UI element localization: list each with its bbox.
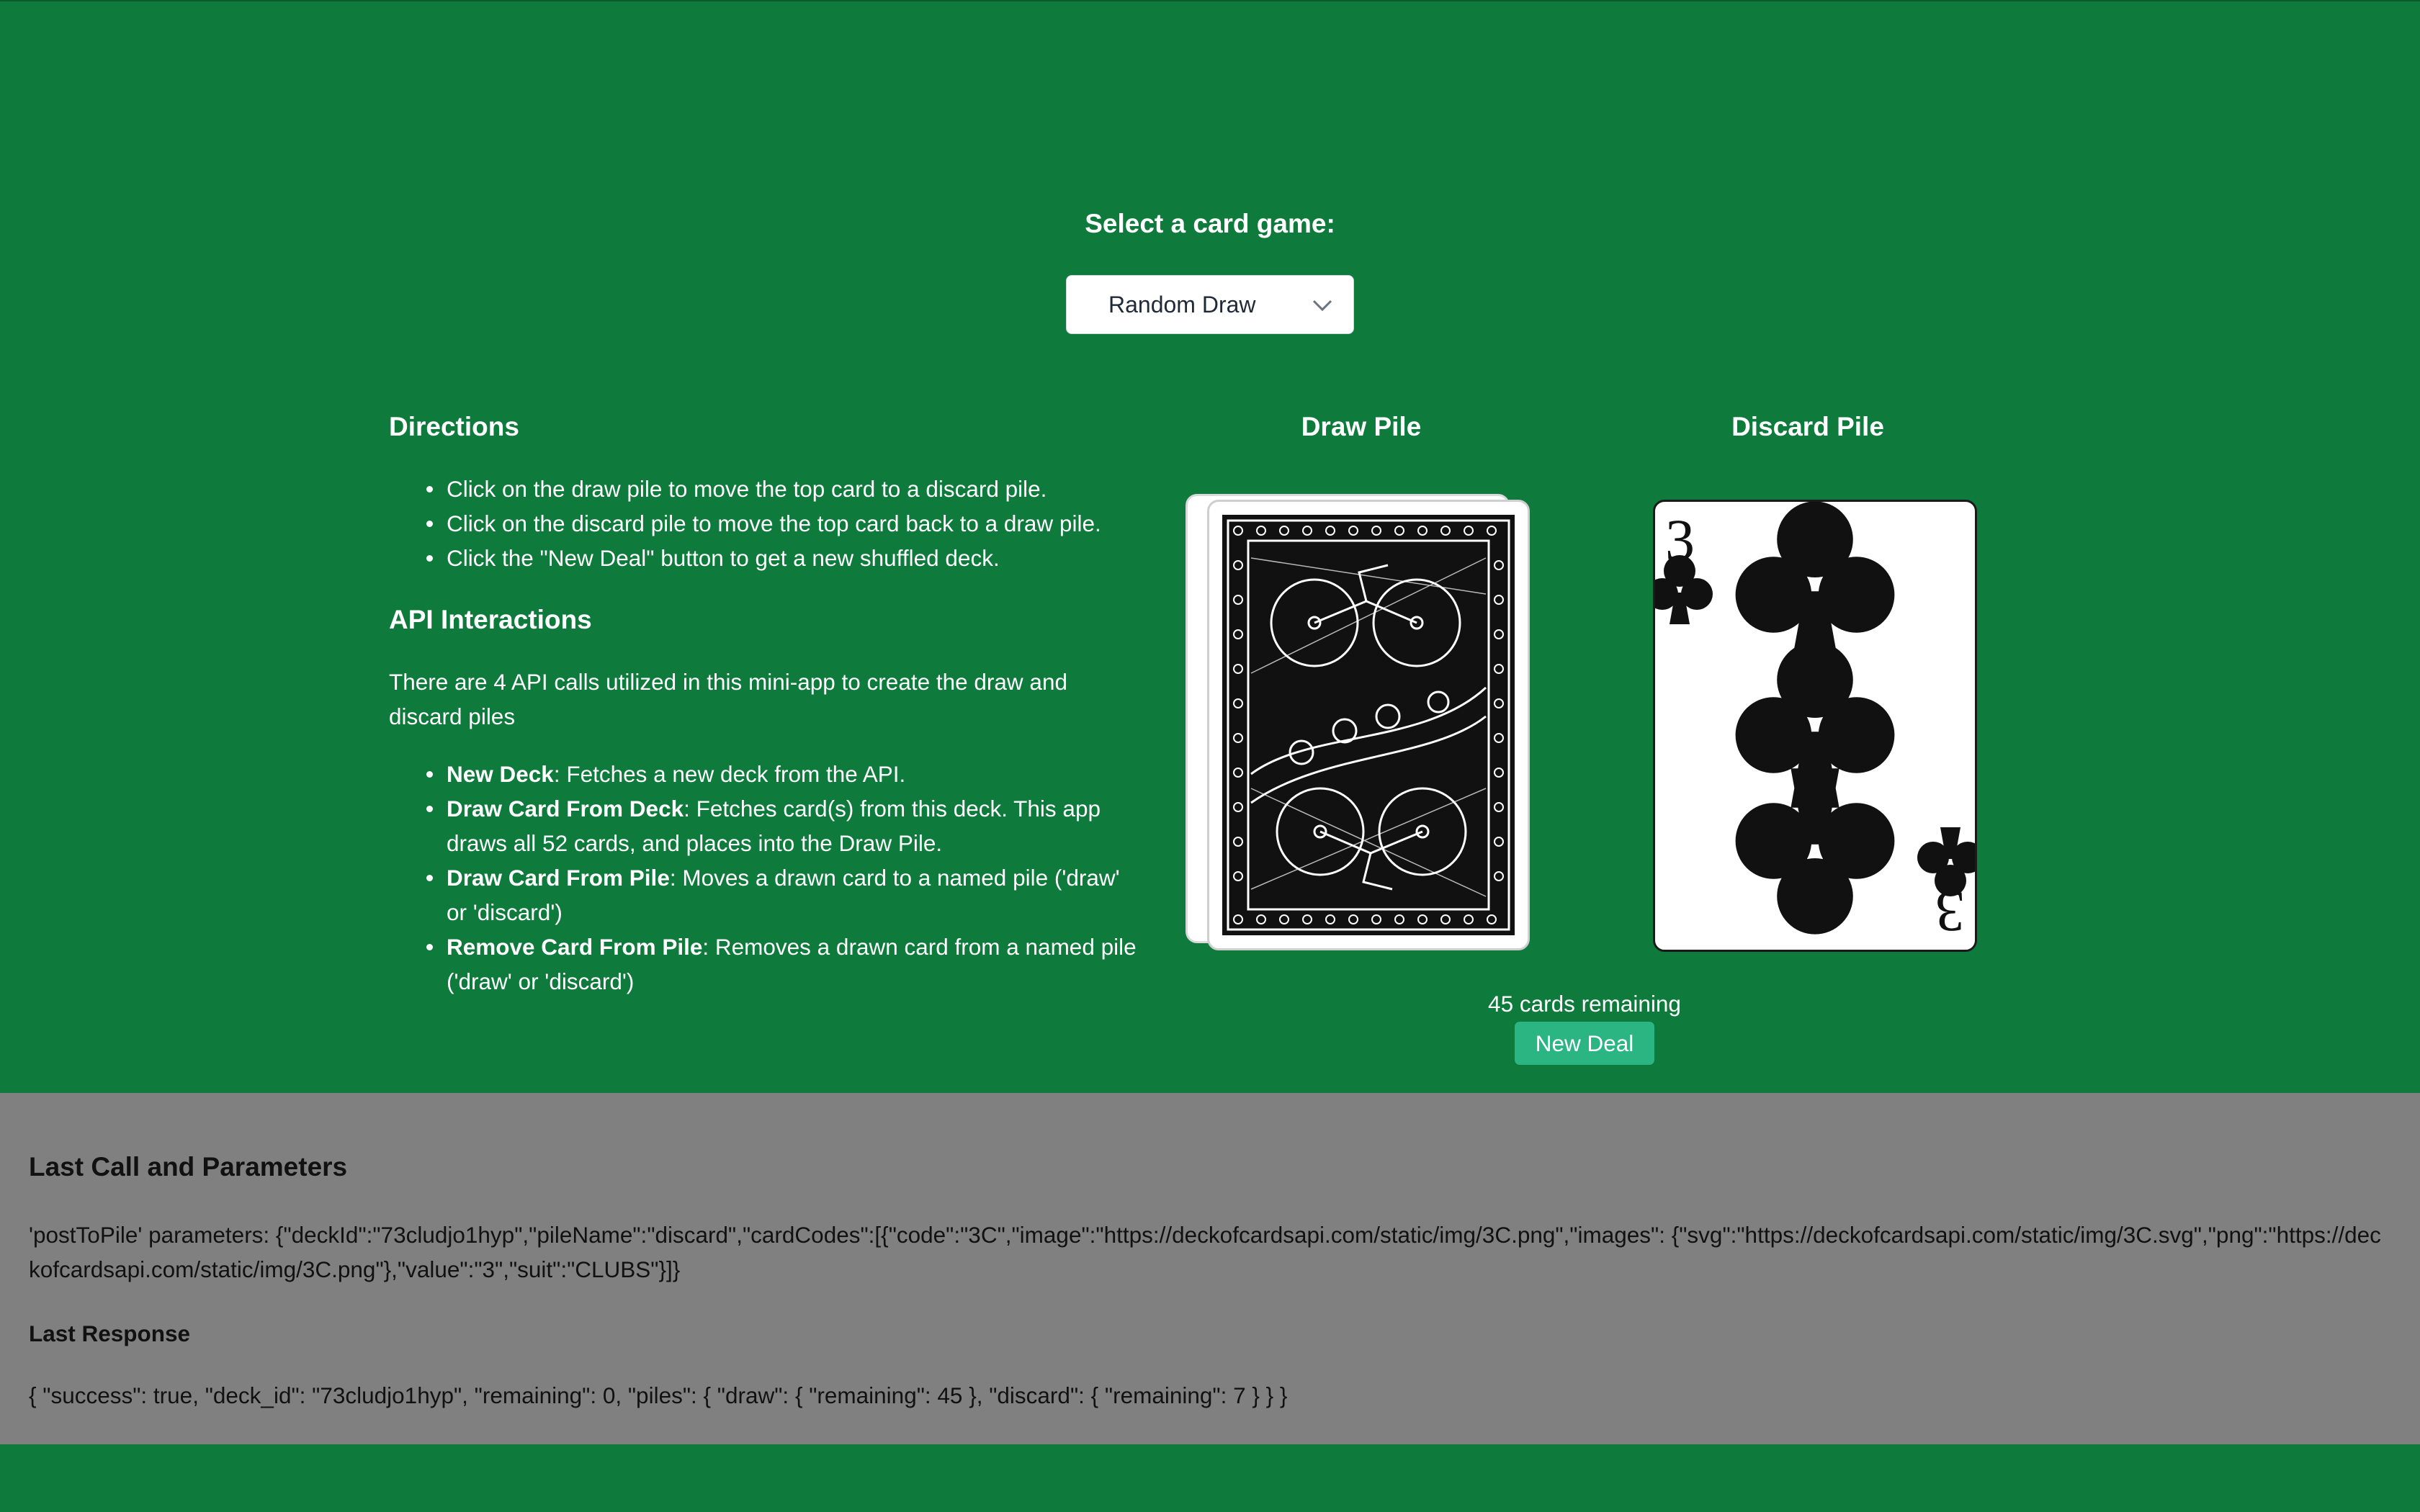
last-response-text: { "success": true, "deck_id": "73cludjo1… — [29, 1382, 1288, 1408]
api-item: New Deck: Fetches a new deck from the AP… — [389, 757, 1145, 791]
directions-list: Click on the draw pile to move the top c… — [389, 472, 1145, 575]
draw-pile-title: Draw Pile — [1301, 412, 1422, 441]
new-deal-button[interactable]: New Deal — [1515, 1022, 1654, 1065]
game-select-value: Random Draw — [1108, 292, 1256, 318]
top-border — [0, 0, 2420, 1]
api-item-desc: : Fetches a new deck from the API. — [553, 761, 906, 787]
chevron-down-icon — [1312, 300, 1332, 312]
api-item: Draw Card From Pile: Moves a drawn card … — [389, 860, 1145, 930]
api-item-name: New Deck — [447, 761, 554, 787]
club-suit-icon — [1917, 827, 1975, 896]
api-item: Remove Card From Pile: Removes a drawn c… — [389, 930, 1145, 999]
api-item-name: Remove Card From Pile — [447, 934, 703, 960]
api-list: New Deck: Fetches a new deck from the AP… — [389, 757, 1145, 999]
cards-remaining: 45 cards remaining — [1488, 991, 1681, 1017]
discard-pile[interactable]: 3 3 — [1653, 500, 1977, 952]
card-back-design — [1222, 515, 1515, 935]
three-of-clubs-card: 3 3 — [1655, 502, 1975, 945]
game-selector-label: Select a card game: — [1085, 209, 1335, 238]
directions-item: Click on the draw pile to move the top c… — [389, 472, 1145, 506]
last-response-heading: Last Response — [29, 1320, 191, 1346]
last-call-text: 'postToPile' parameters: {"deckId":"73cl… — [29, 1222, 2381, 1282]
club-suit-icon — [1655, 555, 1713, 624]
api-heading: API Interactions — [389, 605, 592, 634]
corner-rank-bottom: 3 — [1917, 827, 1975, 945]
game-select[interactable]: Random Draw — [1066, 275, 1354, 334]
api-intro: There are 4 API calls utilized in this m… — [389, 669, 1067, 729]
draw-pile[interactable] — [1207, 500, 1530, 950]
directions-heading: Directions — [389, 412, 519, 441]
corner-rank-top: 3 — [1655, 507, 1713, 624]
directions-item: Click on the discard pile to move the to… — [389, 506, 1145, 541]
api-item: Draw Card From Deck: Fetches card(s) fro… — [389, 791, 1145, 860]
api-item-name: Draw Card From Deck — [447, 796, 684, 822]
discard-pile-title: Discard Pile — [1731, 412, 1884, 441]
api-item-name: Draw Card From Pile — [447, 865, 670, 891]
last-call-heading: Last Call and Parameters — [29, 1152, 348, 1182]
directions-item: Click the "New Deal" button to get a new… — [389, 541, 1145, 575]
api-log-panel: Last Call and Parameters 'postToPile' pa… — [0, 1093, 2420, 1444]
